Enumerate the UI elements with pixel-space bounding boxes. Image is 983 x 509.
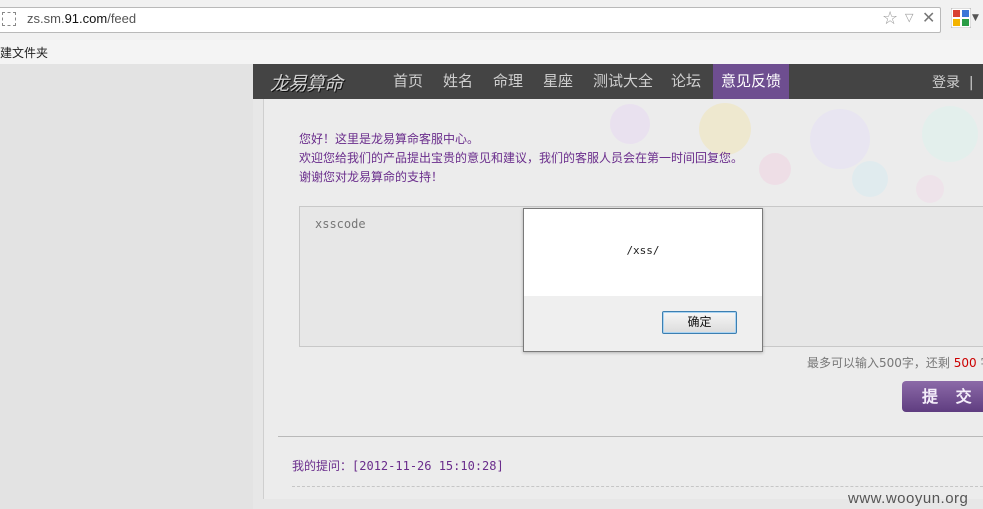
greeting-line: 欢迎您给我们的产品提出宝贵的意见和建议，我们的客服人员会在第一时间回复您。 (299, 151, 744, 165)
close-icon[interactable]: ✕ (922, 8, 935, 27)
dropdown-caret-icon[interactable]: ▽ (905, 11, 913, 24)
my-question-time: [2012-11-26 15:10:28] (352, 459, 504, 473)
watermark: www.wooyun.org (848, 490, 969, 507)
url-prefix: zs.sm. (27, 11, 65, 26)
google-extension-icon[interactable] (950, 7, 972, 29)
greeting-line: 您好！这里是龙易算命客服中心。 (299, 132, 480, 146)
submit-button[interactable]: 提 交 (902, 381, 983, 412)
nav-item-forum[interactable]: 论坛 (662, 64, 710, 99)
feedback-greeting: 您好！这里是龙易算命客服中心。 欢迎您给我们的产品提出宝贵的意见和建议，我们的客… (299, 130, 743, 187)
nav-item-fortune[interactable]: 命理 (484, 64, 532, 99)
greeting-line: 谢谢您对龙易算命的支持！ (299, 170, 444, 184)
login-link[interactable]: 登录 | (932, 72, 974, 92)
nav-item-home[interactable]: 首页 (384, 64, 432, 99)
nav-item-name[interactable]: 姓名 (434, 64, 482, 99)
alert-message: /xss/ (626, 244, 660, 257)
bookmark-folder[interactable]: 建文件夹 (0, 44, 48, 61)
site-logo[interactable]: 龙易算命 (270, 69, 343, 96)
url-text[interactable]: zs.sm.91.com/feed (27, 11, 136, 26)
bookmarks-bar (0, 40, 983, 65)
url-path: /feed (107, 11, 137, 26)
nav-item-feedback[interactable]: 意见反馈 (713, 64, 789, 99)
section-divider (278, 436, 983, 437)
my-question-label: 我的提问： (292, 459, 353, 473)
my-question: 我的提问：[2012-11-26 15:10:28] (292, 457, 504, 474)
page-left-gutter (0, 64, 253, 509)
char-limit-hint: 最多可以输入500字，还剩 500 字 (807, 354, 983, 371)
extension-caret-icon[interactable]: ▼ (972, 13, 979, 23)
url-field[interactable] (0, 7, 941, 33)
login-separator: | (968, 75, 974, 91)
nav-item-tests[interactable]: 测试大全 (587, 64, 659, 99)
dashed-divider (292, 486, 983, 487)
feedback-textarea-value: xsscode (315, 217, 366, 231)
alert-ok-button[interactable]: 确定 (662, 311, 737, 334)
bookmark-star-icon[interactable]: ☆ (882, 8, 898, 29)
nav-item-horoscope[interactable]: 星座 (534, 64, 582, 99)
page-icon (2, 12, 16, 26)
login-label: 登录 (932, 75, 960, 91)
char-remaining: 500 (953, 356, 977, 370)
char-limit-prefix: 最多可以输入500字，还剩 (807, 356, 950, 370)
content-left-border (263, 99, 264, 499)
url-domain: 91.com (64, 11, 108, 26)
